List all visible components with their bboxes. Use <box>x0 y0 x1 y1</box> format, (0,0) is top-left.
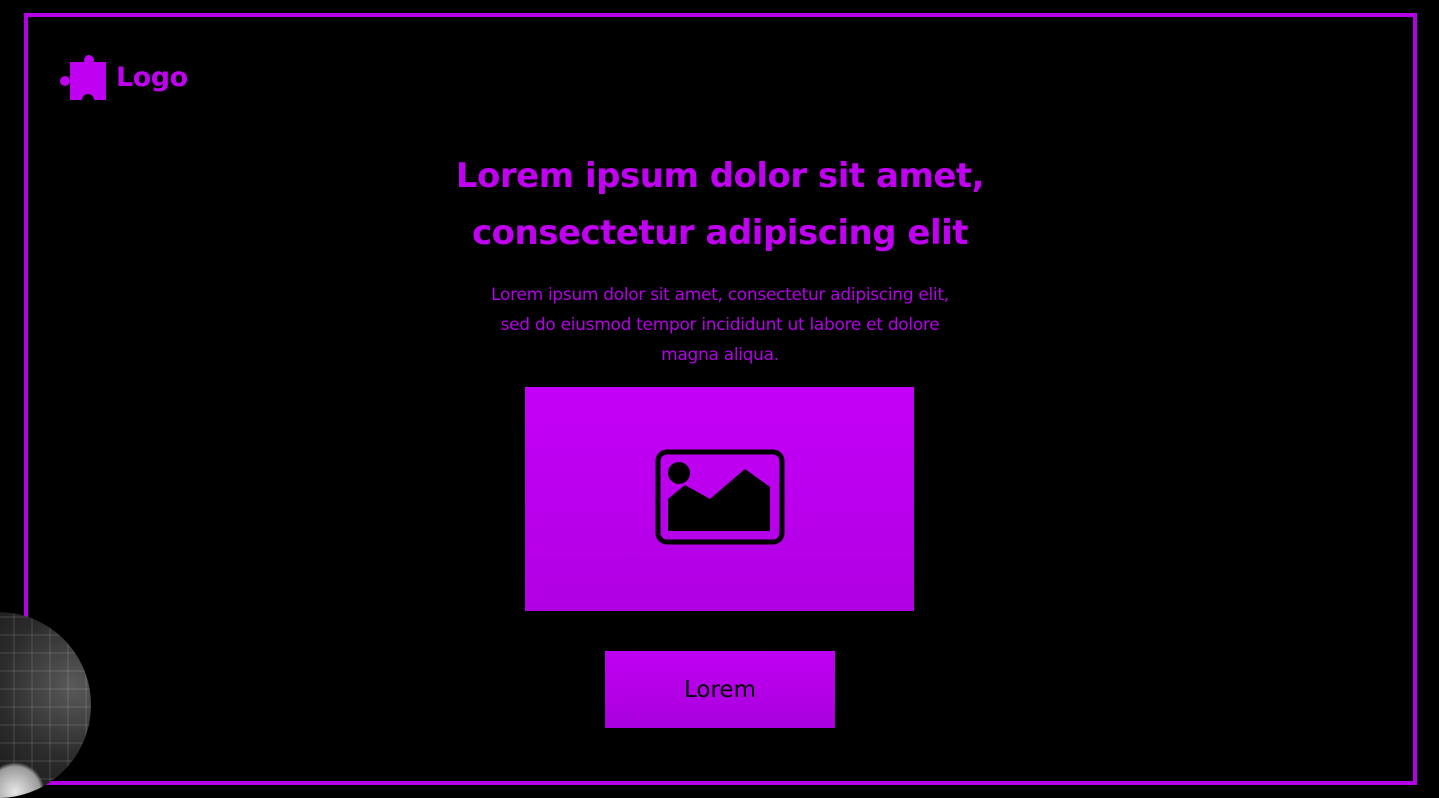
description-line-1: Lorem ipsum dolor sit amet, consectetur … <box>491 285 949 305</box>
logo[interactable]: Logo <box>58 52 188 102</box>
hero-image-placeholder <box>525 387 914 611</box>
cta-button[interactable]: Lorem <box>605 651 835 728</box>
landing-page: Logo Lorem ipsum dolor sit amet, consect… <box>0 0 1439 798</box>
puzzle-piece-icon <box>58 52 108 102</box>
page-title: Lorem ipsum dolor sit amet, consectetur … <box>380 148 1060 262</box>
hero-description: Lorem ipsum dolor sit amet, consectetur … <box>430 280 1010 370</box>
headline-line-2: consectetur adipiscing elit <box>471 213 969 253</box>
headline-line-1: Lorem ipsum dolor sit amet, <box>455 156 985 196</box>
image-placeholder-icon <box>655 449 785 549</box>
description-line-3: magna aliqua. <box>661 345 779 365</box>
description-line-2: sed do eiusmod tempor incididunt ut labo… <box>500 315 940 335</box>
logo-text: Logo <box>116 61 188 93</box>
